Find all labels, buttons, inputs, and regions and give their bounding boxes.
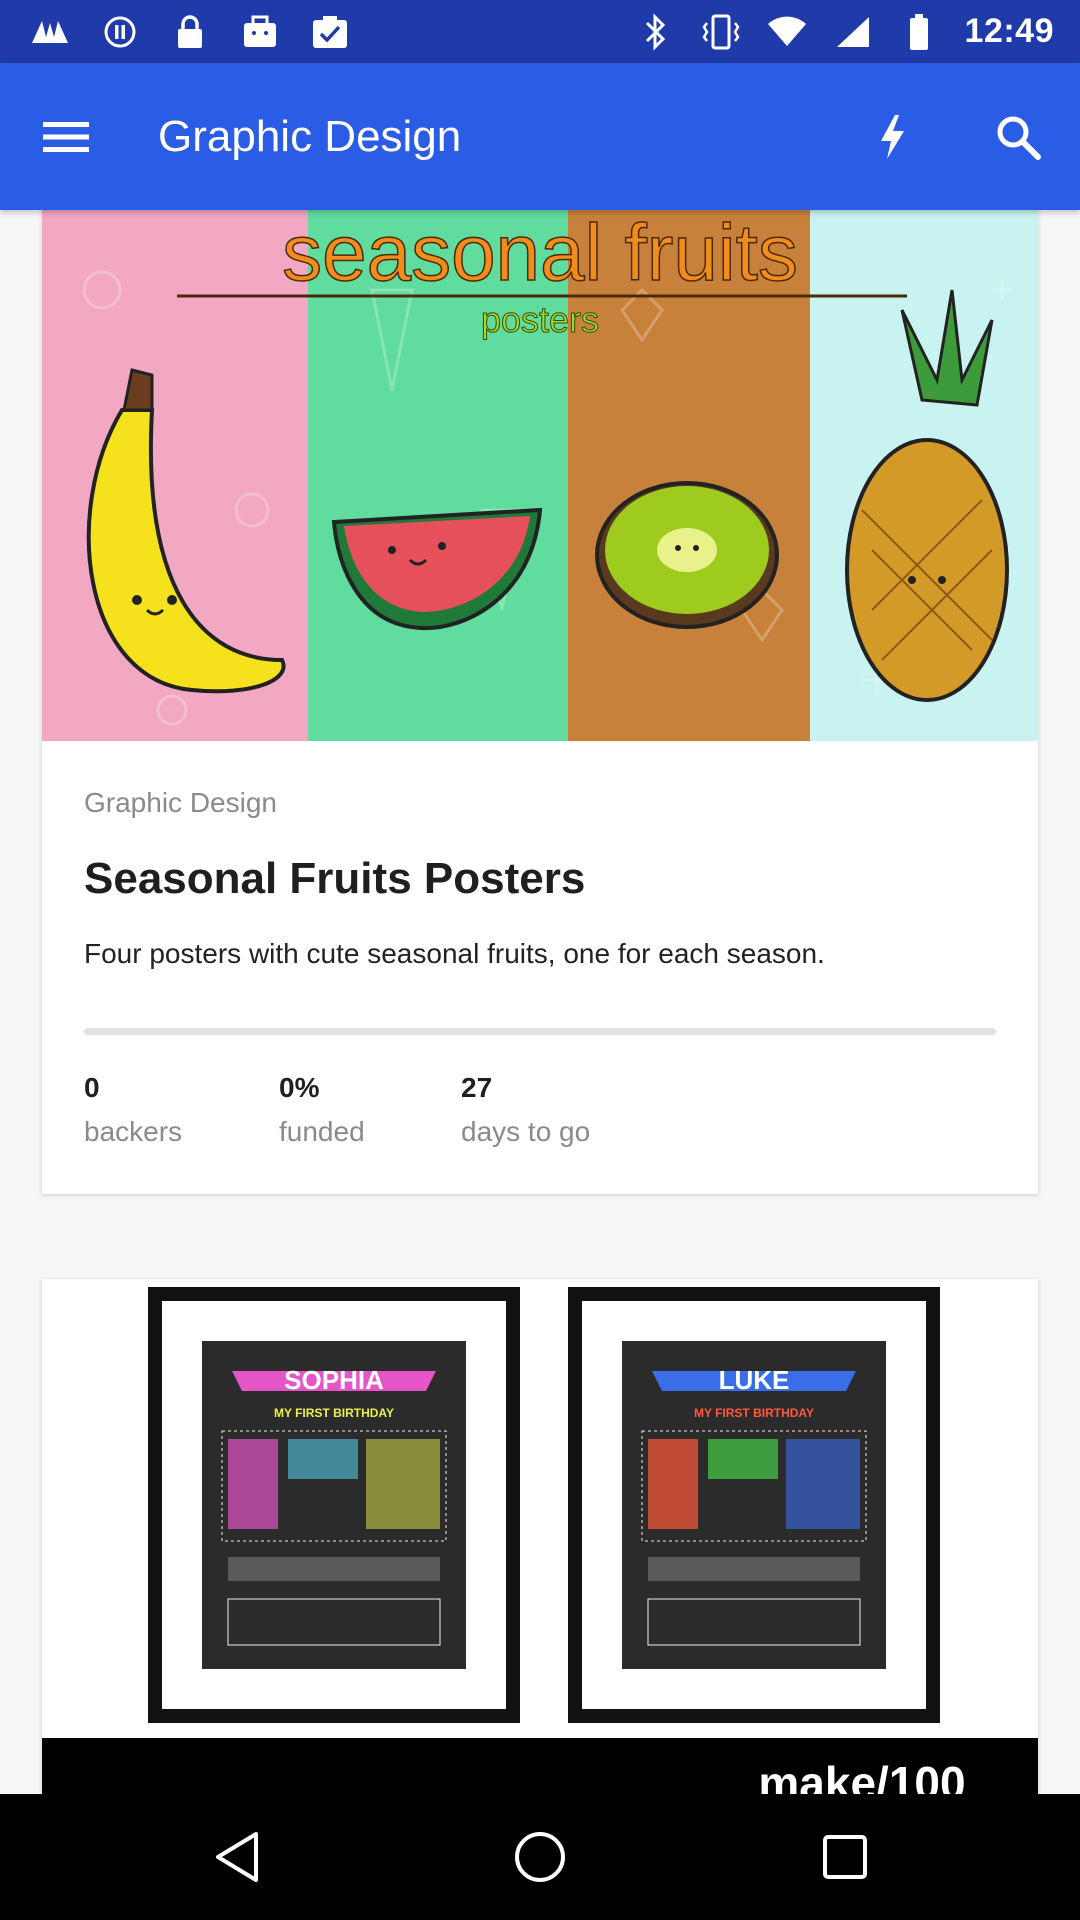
app-bar: Graphic Design xyxy=(0,63,1080,210)
backers-value: 0 xyxy=(84,1072,100,1103)
backers-label: backers xyxy=(84,1116,183,1147)
stat-days-to-go: 27 days to go xyxy=(461,1072,590,1148)
project-card[interactable]: SOPHIA MY FIRST BIRTHDAY LUKE MY FIRST B… xyxy=(42,1279,1038,1794)
search-icon[interactable] xyxy=(988,107,1048,167)
pause-circle-icon xyxy=(100,12,140,52)
menu-icon[interactable] xyxy=(38,109,94,165)
status-time: 12:49 xyxy=(964,12,1054,50)
poster-right-subtitle: MY FIRST BIRTHDAY xyxy=(694,1406,814,1420)
project-blurb: Four posters with cute seasonal fruits, … xyxy=(84,938,825,969)
wings-icon xyxy=(30,12,70,52)
kiwi-illustration xyxy=(595,481,779,629)
funded-label: funded xyxy=(279,1116,365,1147)
days-value: 27 xyxy=(461,1072,493,1103)
page-title: Graphic Design xyxy=(158,112,462,161)
recents-icon[interactable] xyxy=(815,1827,875,1887)
vibrate-icon xyxy=(701,12,741,52)
project-category: Graphic Design xyxy=(84,787,277,818)
project-image[interactable]: seasonal fruits posters xyxy=(42,210,1038,741)
poster-right: LUKE MY FIRST BIRTHDAY xyxy=(568,1287,940,1723)
poster-right-name: LUKE xyxy=(719,1365,790,1395)
image-subtitle: posters xyxy=(481,299,599,340)
home-icon[interactable] xyxy=(510,1827,570,1887)
battery-icon xyxy=(899,12,939,52)
image-title: seasonal fruits xyxy=(282,210,798,297)
project-image[interactable]: SOPHIA MY FIRST BIRTHDAY LUKE MY FIRST B… xyxy=(42,1279,1038,1794)
project-card[interactable]: seasonal fruits posters Graphic Design S… xyxy=(42,210,1038,1194)
project-title: Seasonal Fruits Posters xyxy=(84,854,586,903)
lock-icon xyxy=(170,12,210,52)
stat-funded: 0% funded xyxy=(279,1072,365,1148)
poster-left: SOPHIA MY FIRST BIRTHDAY xyxy=(148,1287,520,1723)
status-right-icons: 12:49 xyxy=(635,12,1080,52)
status-bar: 12:49 xyxy=(0,0,1080,63)
system-nav-bar xyxy=(0,1794,1080,1920)
briefcase-icon xyxy=(240,12,280,52)
back-icon[interactable] xyxy=(207,1827,267,1887)
poster-left-subtitle: MY FIRST BIRTHDAY xyxy=(274,1406,394,1420)
clipboard-check-icon xyxy=(310,12,350,52)
flash-icon[interactable] xyxy=(864,107,920,167)
signal-icon xyxy=(833,12,873,52)
poster-left-name: SOPHIA xyxy=(284,1365,384,1395)
poster-banner: make/100 xyxy=(758,1757,965,1794)
days-label: days to go xyxy=(461,1116,591,1147)
funding-progress-bar xyxy=(84,1028,996,1035)
wifi-icon xyxy=(767,12,807,52)
stat-backers: 0 backers xyxy=(84,1072,182,1148)
funded-value: 0% xyxy=(279,1072,320,1103)
bluetooth-icon xyxy=(635,12,675,52)
status-left-icons xyxy=(0,12,350,52)
